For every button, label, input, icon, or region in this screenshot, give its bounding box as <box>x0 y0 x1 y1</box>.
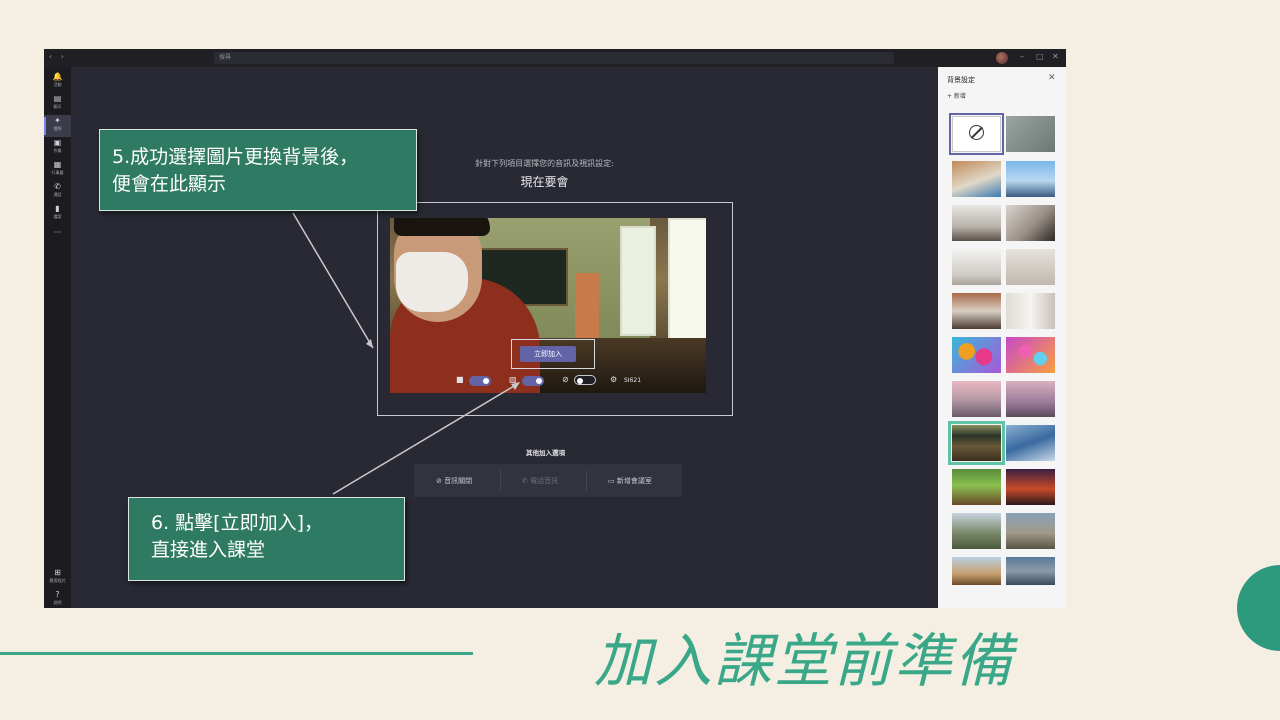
callout-step6-line2: 直接進入課堂 <box>151 539 266 561</box>
callout-step5-line1: 5.成功選擇圖片更換背景後， <box>112 146 359 168</box>
callout-step5: 5.成功選擇圖片更換背景後， 便會在此顯示 <box>99 129 417 211</box>
callout-step6: 6. 點擊[立即加入]， 直接進入課堂 <box>128 497 405 581</box>
callout-arrows <box>292 212 520 495</box>
callout-step6-line1: 6. 點擊[立即加入]， <box>151 512 323 534</box>
arrow-step6 <box>332 382 520 495</box>
arrow-step5 <box>292 212 374 349</box>
arrow-head-step5 <box>366 339 373 348</box>
decorative-line <box>0 652 473 655</box>
arrow-head-step6 <box>511 382 520 390</box>
slide-title: 加入課堂前準備 <box>594 627 1015 695</box>
callout-step5-line2: 便會在此顯示 <box>112 173 227 195</box>
